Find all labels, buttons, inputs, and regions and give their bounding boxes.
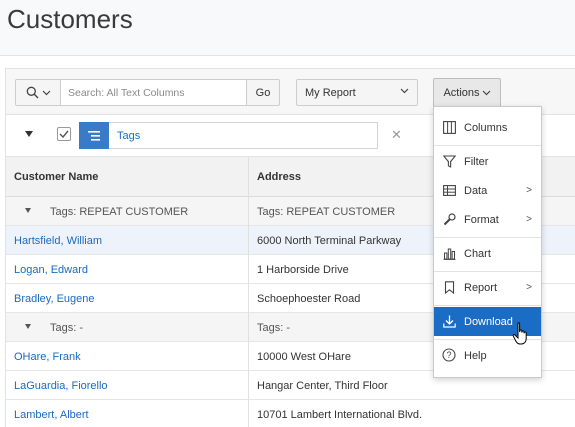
- address-cell: 10000 West OHare: [257, 350, 351, 363]
- customer-name-link[interactable]: Lambert, Albert: [14, 400, 89, 427]
- menu-item-filter[interactable]: Filter: [434, 147, 541, 176]
- menu-item-chart[interactable]: Chart: [434, 239, 541, 268]
- address-cell: 10701 Lambert International Blvd.: [257, 408, 423, 421]
- chevron-down-icon: [42, 90, 50, 95]
- group-label: Tags: -: [50, 321, 84, 334]
- menu-separator: [434, 145, 541, 146]
- actions-label: Actions: [443, 86, 480, 99]
- group-label: Tags: REPEAT CUSTOMER: [50, 205, 189, 218]
- close-icon[interactable]: ✕: [391, 127, 402, 143]
- filter-enable-checkbox[interactable]: [57, 127, 71, 141]
- svg-text:?: ?: [446, 350, 451, 360]
- menu-separator: [434, 237, 541, 238]
- address-cell: Schoephoester Road: [257, 292, 361, 305]
- saved-report-select[interactable]: My Report: [296, 79, 418, 106]
- group-label-address: Tags: REPEAT CUSTOMER: [257, 205, 396, 218]
- help-circle-icon: ?: [442, 348, 456, 362]
- menu-label: Chart: [464, 247, 491, 260]
- menu-item-columns[interactable]: Columns: [434, 113, 541, 142]
- chevron-right-icon: >: [526, 282, 532, 293]
- chevron-down-icon: [482, 90, 490, 95]
- group-toggle-icon[interactable]: [25, 324, 31, 329]
- table-row: Lambert, Albert 10701 Lambert Internatio…: [6, 400, 575, 427]
- collapse-toggle-icon[interactable]: [25, 131, 33, 137]
- table-grid-icon: [442, 183, 456, 197]
- page-title: Customers: [7, 4, 133, 34]
- control-break-icon: [79, 122, 109, 149]
- filter-icon: [442, 154, 456, 168]
- hand-pointer-cursor-icon: [512, 322, 527, 345]
- search-group: Go: [15, 79, 280, 106]
- filter-label[interactable]: Tags: [117, 130, 140, 142]
- menu-label: Filter: [464, 155, 489, 168]
- column-divider[interactable]: [248, 157, 249, 427]
- menu-item-data[interactable]: Data >: [434, 176, 541, 205]
- menu-label: Report: [464, 281, 498, 294]
- report-select-label: My Report: [305, 86, 356, 99]
- menu-separator: [434, 271, 541, 272]
- go-button[interactable]: Go: [247, 79, 280, 106]
- menu-label: Columns: [464, 121, 508, 134]
- address-cell: 6000 North Terminal Parkway: [257, 234, 402, 247]
- menu-label: Help: [464, 349, 487, 362]
- menu-label: Download: [464, 315, 513, 328]
- chevron-right-icon: >: [526, 214, 532, 225]
- page-header: Customers: [0, 0, 575, 56]
- group-toggle-icon[interactable]: [25, 208, 31, 213]
- search-icon: [26, 86, 38, 99]
- customer-name-link[interactable]: LaGuardia, Fiorello: [14, 371, 108, 400]
- column-header-customer-name[interactable]: Customer Name: [14, 157, 98, 197]
- column-header-address[interactable]: Address: [257, 157, 301, 197]
- download-icon: [442, 314, 456, 328]
- customer-name-link[interactable]: Logan, Edward: [14, 255, 88, 284]
- search-input[interactable]: [61, 79, 247, 106]
- address-cell: 1 Harborside Drive: [257, 263, 349, 276]
- menu-label: Format: [464, 213, 499, 226]
- customer-name-link[interactable]: Hartsfield, William: [14, 226, 102, 255]
- actions-button[interactable]: Actions: [433, 78, 501, 107]
- filter-item[interactable]: Tags: [109, 122, 378, 149]
- customer-name-link[interactable]: Bradley, Eugene: [14, 284, 95, 313]
- address-cell: Hangar Center, Third Floor: [257, 379, 388, 392]
- bookmark-icon: [442, 280, 456, 294]
- menu-item-report[interactable]: Report >: [434, 273, 541, 302]
- chevron-right-icon: >: [526, 185, 532, 196]
- menu-item-format[interactable]: Format >: [434, 205, 541, 234]
- checkmark-icon: [59, 130, 69, 138]
- customer-name-link[interactable]: OHare, Frank: [14, 342, 81, 371]
- group-label-address: Tags: -: [257, 321, 291, 334]
- chevron-down-icon: [400, 88, 409, 94]
- menu-separator: [434, 305, 541, 306]
- menu-label: Data: [464, 184, 488, 197]
- column-search-button[interactable]: [15, 79, 61, 106]
- columns-icon: [442, 120, 456, 134]
- bar-chart-icon: [442, 246, 456, 260]
- wrench-icon: [442, 212, 456, 226]
